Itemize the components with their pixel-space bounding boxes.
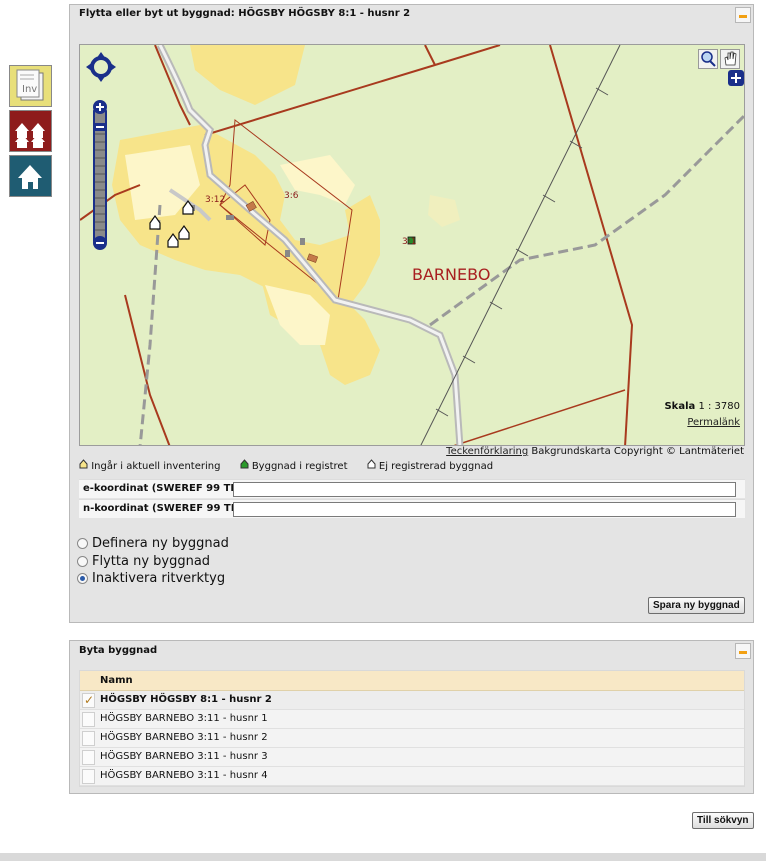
move-building-panel: Flytta eller byt ut byggnad: HÖGSBY HÖGS… <box>69 4 754 623</box>
scale-indicator: Skala 1 : 3780 <box>664 401 740 412</box>
row-checkbox[interactable] <box>82 712 95 727</box>
home-nav-button[interactable] <box>9 155 52 197</box>
column-header-name: Namn <box>100 675 133 686</box>
white-house-icon <box>367 459 376 469</box>
parcel-label: 3:6 <box>284 191 299 201</box>
row-checkbox[interactable] <box>82 693 95 708</box>
building-table: Namn HÖGSBY HÖGSBY 8:1 - husnr 2 HÖGSBY … <box>79 670 745 787</box>
table-row[interactable]: HÖGSBY BARNEBO 3:11 - husnr 4 <box>80 767 744 786</box>
pan-hand-icon[interactable] <box>720 49 740 69</box>
swap-building-panel: Byta byggnad Namn HÖGSBY HÖGSBY 8:1 - hu… <box>69 640 754 794</box>
multiple-houses-icon <box>15 123 45 148</box>
radio-button[interactable] <box>77 538 88 549</box>
map-attribution: Teckenförklaring Bakgrundskarta Copyrigh… <box>446 446 744 457</box>
collapse-button[interactable] <box>735 643 751 659</box>
table-header: Namn <box>80 671 744 691</box>
e-coordinate-input[interactable] <box>233 482 736 497</box>
copyright-text: Bakgrundskarta Copyright © Lantmäteriet <box>531 446 744 457</box>
permalink-link[interactable]: Permalänk <box>687 417 740 428</box>
panel-title: Flytta eller byt ut byggnad: HÖGSBY HÖGS… <box>79 8 411 19</box>
inventory-nav-button[interactable]: Inv <box>9 65 52 107</box>
n-coordinate-label: n-koordinat (SWEREF 99 TM) <box>83 503 246 514</box>
parcel-label: 3:12 <box>205 195 225 205</box>
footer-bar <box>0 853 766 861</box>
table-row[interactable]: HÖGSBY HÖGSBY 8:1 - husnr 2 <box>80 691 744 710</box>
zoom-box-icon[interactable] <box>698 49 718 69</box>
radio-define-building[interactable]: Definera ny byggnad <box>77 536 229 551</box>
radio-button[interactable] <box>77 556 88 567</box>
layer-switcher-icon[interactable] <box>728 70 744 86</box>
buildings-nav-button[interactable] <box>9 110 52 152</box>
place-label: BARNEBO <box>412 265 490 284</box>
e-coordinate-label: e-koordinat (SWEREF 99 TM) <box>83 483 245 494</box>
table-row[interactable]: HÖGSBY BARNEBO 3:11 - husnr 1 <box>80 710 744 729</box>
row-checkbox[interactable] <box>82 750 95 765</box>
building-legend: Ingår i aktuell inventering Byggnad i re… <box>79 459 509 472</box>
collapse-button[interactable] <box>735 7 751 23</box>
row-checkbox[interactable] <box>82 731 95 746</box>
green-house-icon <box>240 459 249 469</box>
legend-in-register: Byggnad i registret <box>240 459 359 472</box>
parcel-label: 3:1 <box>402 237 416 247</box>
panel-title: Byta byggnad <box>79 645 158 656</box>
radio-button-selected[interactable] <box>77 573 88 584</box>
table-row[interactable]: HÖGSBY BARNEBO 3:11 - husnr 2 <box>80 729 744 748</box>
side-navigation: Inv <box>9 65 52 200</box>
e-coordinate-row: e-koordinat (SWEREF 99 TM) <box>79 479 745 498</box>
radio-disable-drawing[interactable]: Inaktivera ritverktyg <box>77 571 225 586</box>
legend-current-inventory: Ingår i aktuell inventering <box>79 459 232 472</box>
n-coordinate-row: n-koordinat (SWEREF 99 TM) <box>79 499 745 518</box>
map-canvas[interactable]: 3:12 3:6 3:1 BARNEBO <box>80 45 745 446</box>
legend-link[interactable]: Teckenförklaring <box>446 446 528 457</box>
radio-move-building[interactable]: Flytta ny byggnad <box>77 554 210 569</box>
svg-text:Inv: Inv <box>22 84 37 95</box>
inventory-document-icon: Inv <box>16 69 44 101</box>
legend-not-registered: Ej registrerad byggnad <box>367 459 501 472</box>
table-row[interactable]: HÖGSBY BARNEBO 3:11 - husnr 3 <box>80 748 744 767</box>
row-checkbox[interactable] <box>82 769 95 784</box>
map-view[interactable]: 3:12 3:6 3:1 BARNEBO Skala 1: 3780 Perm… <box>79 44 745 446</box>
zoom-slider[interactable] <box>92 99 108 251</box>
back-to-search-button[interactable]: Till sökvyn <box>692 812 754 829</box>
n-coordinate-input[interactable] <box>233 502 736 517</box>
home-icon <box>18 165 42 189</box>
yellow-house-icon <box>79 459 88 469</box>
pan-control-icon[interactable] <box>86 52 116 82</box>
save-building-button[interactable]: Spara ny byggnad <box>648 597 745 614</box>
